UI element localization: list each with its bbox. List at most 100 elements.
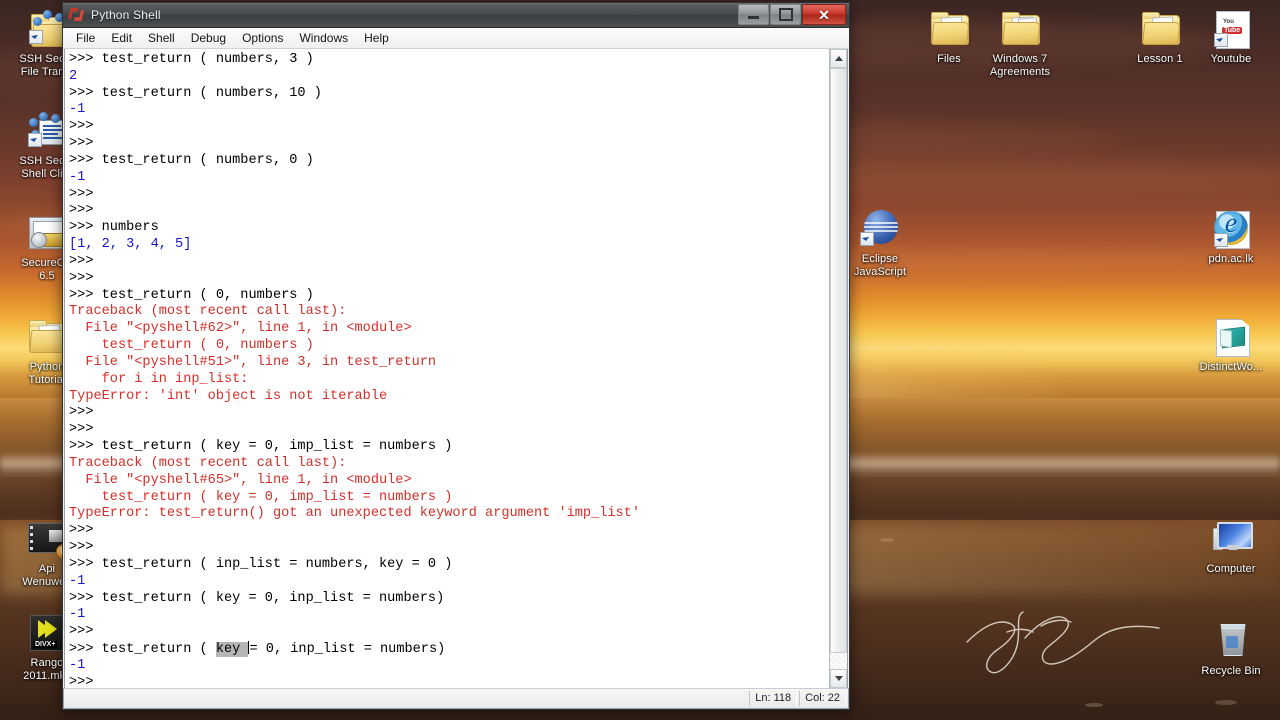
menu-item-debug[interactable]: Debug <box>184 29 233 47</box>
desktop-icon-distinctwo[interactable]: DistinctWo... <box>1188 316 1274 374</box>
console-output-area[interactable]: >>> test_return ( numbers, 3 ) 2 >>> test_… <box>65 49 829 688</box>
menu-item-file[interactable]: File <box>69 29 102 47</box>
console-line: >>> <box>69 422 94 438</box>
window-titlebar[interactable]: Python Shell ✕ <box>63 3 849 28</box>
document-file-icon <box>1209 316 1253 358</box>
console-line: Traceback (most recent call last): <box>69 455 347 471</box>
desktop-icon-pdn-ac-lk[interactable]: pdn.ac.lk <box>1188 208 1274 266</box>
wallpaper-speck <box>880 538 894 542</box>
console-line: >>> numbers <box>69 220 159 236</box>
menu-item-windows[interactable]: Windows <box>292 29 355 47</box>
desktop-icon-computer[interactable]: Computer <box>1188 518 1274 576</box>
console-line: -1 <box>69 573 86 589</box>
console-line: Traceback (most recent call last): <box>69 304 347 320</box>
desktop-icon-label: Recycle Bin <box>1201 665 1261 677</box>
scroll-up-icon <box>834 56 843 61</box>
scroll-down-button[interactable] <box>830 669 847 688</box>
console-line: [1, 2, 3, 4, 5] <box>69 237 192 253</box>
console-line: >>> <box>69 270 94 286</box>
console-line: >>> test_return ( numbers, 0 ) <box>69 152 314 168</box>
recycle-bin-icon <box>1209 620 1253 662</box>
eclipse-icon <box>858 208 902 250</box>
console-line: -1 <box>69 102 86 118</box>
console-line: >>> test_return ( 0, numbers ) <box>69 287 314 303</box>
console-line: test_return ( 0, numbers ) <box>69 338 314 354</box>
console-line: >>> <box>69 523 94 539</box>
desktop-icon-label: Youtube <box>1210 53 1252 65</box>
window-title: Python Shell <box>91 8 161 22</box>
computer-icon <box>1209 518 1253 560</box>
console-line: TypeError: 'int' object is not iterable <box>69 388 388 404</box>
console-line: -1 <box>69 607 86 623</box>
youtube-shortcut-icon: You Tube <box>1209 8 1253 50</box>
desktop-icon-label: Eclipse JavaScript <box>853 253 907 278</box>
status-column-number: Col: 22 <box>799 691 846 706</box>
desktop-icon-label: Computer <box>1206 563 1256 575</box>
console-text: >>> test_return ( <box>69 641 216 657</box>
wallpaper-speck <box>1085 703 1103 707</box>
console-line: File "<pyshell#62>", line 1, in <module> <box>69 321 412 337</box>
desktop-icon-label: Lesson 1 <box>1137 53 1183 65</box>
console-line: >>> <box>69 186 94 202</box>
console-line: >>> <box>69 136 94 152</box>
wallpaper-speck <box>1215 700 1237 705</box>
python-shell-window[interactable]: Python Shell ✕ File Edit Shell Debug Opt… <box>62 2 850 710</box>
folder-icon <box>998 8 1042 50</box>
console-line-with-selection: >>> test_return ( key = 0, inp_list = nu… <box>69 640 829 658</box>
scroll-down-icon <box>834 676 843 681</box>
console-line: >>> <box>69 119 94 135</box>
console-line: for i in inp_list: <box>69 371 249 387</box>
menu-item-shell[interactable]: Shell <box>141 29 182 47</box>
scrollbar-track[interactable] <box>830 68 847 669</box>
console-line: >>> test_return ( numbers, 3 ) <box>69 52 314 67</box>
desktop-icon-label: DistinctWo... <box>1199 361 1263 373</box>
desktop-icon-label: pdn.ac.lk <box>1208 253 1254 265</box>
close-button[interactable]: ✕ <box>802 4 846 25</box>
console-line: File "<pyshell#65>", line 1, in <module> <box>69 472 412 488</box>
console-line: >>> test_return ( inp_list = numbers, ke… <box>69 556 453 572</box>
scrollbar-thumb[interactable] <box>830 68 847 653</box>
console-line: >>> <box>69 253 94 269</box>
window-controls: ✕ <box>738 4 846 25</box>
close-icon: ✕ <box>818 6 830 23</box>
console-line: >>> test_return ( key = 0, imp_list = nu… <box>69 439 453 455</box>
python-logo-icon <box>69 8 85 22</box>
console-line: >>> <box>69 405 94 421</box>
desktop-icon-recycle-bin[interactable]: Recycle Bin <box>1188 620 1274 678</box>
console-line: -1 <box>69 169 86 185</box>
console-line: >>> <box>69 674 94 688</box>
desktop-icon-youtube[interactable]: You Tube Youtube <box>1188 8 1274 66</box>
vertical-scrollbar[interactable] <box>829 49 847 688</box>
folder-icon <box>1138 8 1182 50</box>
maximize-button[interactable] <box>770 4 801 25</box>
scroll-up-button[interactable] <box>830 49 847 68</box>
console-line: test_return ( key = 0, imp_list = number… <box>69 489 453 505</box>
status-line-number: Ln: 118 <box>749 691 798 706</box>
console-line: >>> test_return ( key = 0, inp_list = nu… <box>69 590 445 606</box>
menu-item-edit[interactable]: Edit <box>104 29 139 47</box>
desktop-icon-label: Files <box>937 53 961 65</box>
menu-item-help[interactable]: Help <box>357 29 396 47</box>
console-line: >>> test_return ( numbers, 10 ) <box>69 85 322 101</box>
console-line: >>> <box>69 203 94 219</box>
desktop-icon-label: Windows 7 Agreements <box>989 53 1051 78</box>
console-line: >>> <box>69 540 94 556</box>
internet-explorer-icon <box>1209 208 1253 250</box>
menu-bar: File Edit Shell Debug Options Windows He… <box>63 28 849 49</box>
console-line: -1 <box>69 657 86 673</box>
shell-body: >>> test_return ( numbers, 3 ) 2 >>> test_… <box>64 49 848 688</box>
status-bar: Ln: 118 Col: 22 <box>63 688 849 709</box>
console-line: TypeError: test_return() got an unexpect… <box>69 506 641 522</box>
console-line: >>> <box>69 624 94 640</box>
maximize-icon <box>778 8 793 21</box>
menu-item-options[interactable]: Options <box>235 29 290 47</box>
console-line: 2 <box>69 68 78 84</box>
selected-text[interactable]: key <box>215 641 249 657</box>
minimize-button[interactable] <box>738 4 769 25</box>
console-line: File "<pyshell#51>", line 3, in test_ret… <box>69 354 437 370</box>
desktop-icon-label: Python Tutorial <box>28 361 66 386</box>
folder-icon <box>927 8 971 50</box>
minimize-icon <box>748 16 759 19</box>
console-text: = 0, inp_list = numbers) <box>249 641 446 657</box>
desktop-icon-windows-7-agreements[interactable]: Windows 7 Agreements <box>977 8 1063 78</box>
